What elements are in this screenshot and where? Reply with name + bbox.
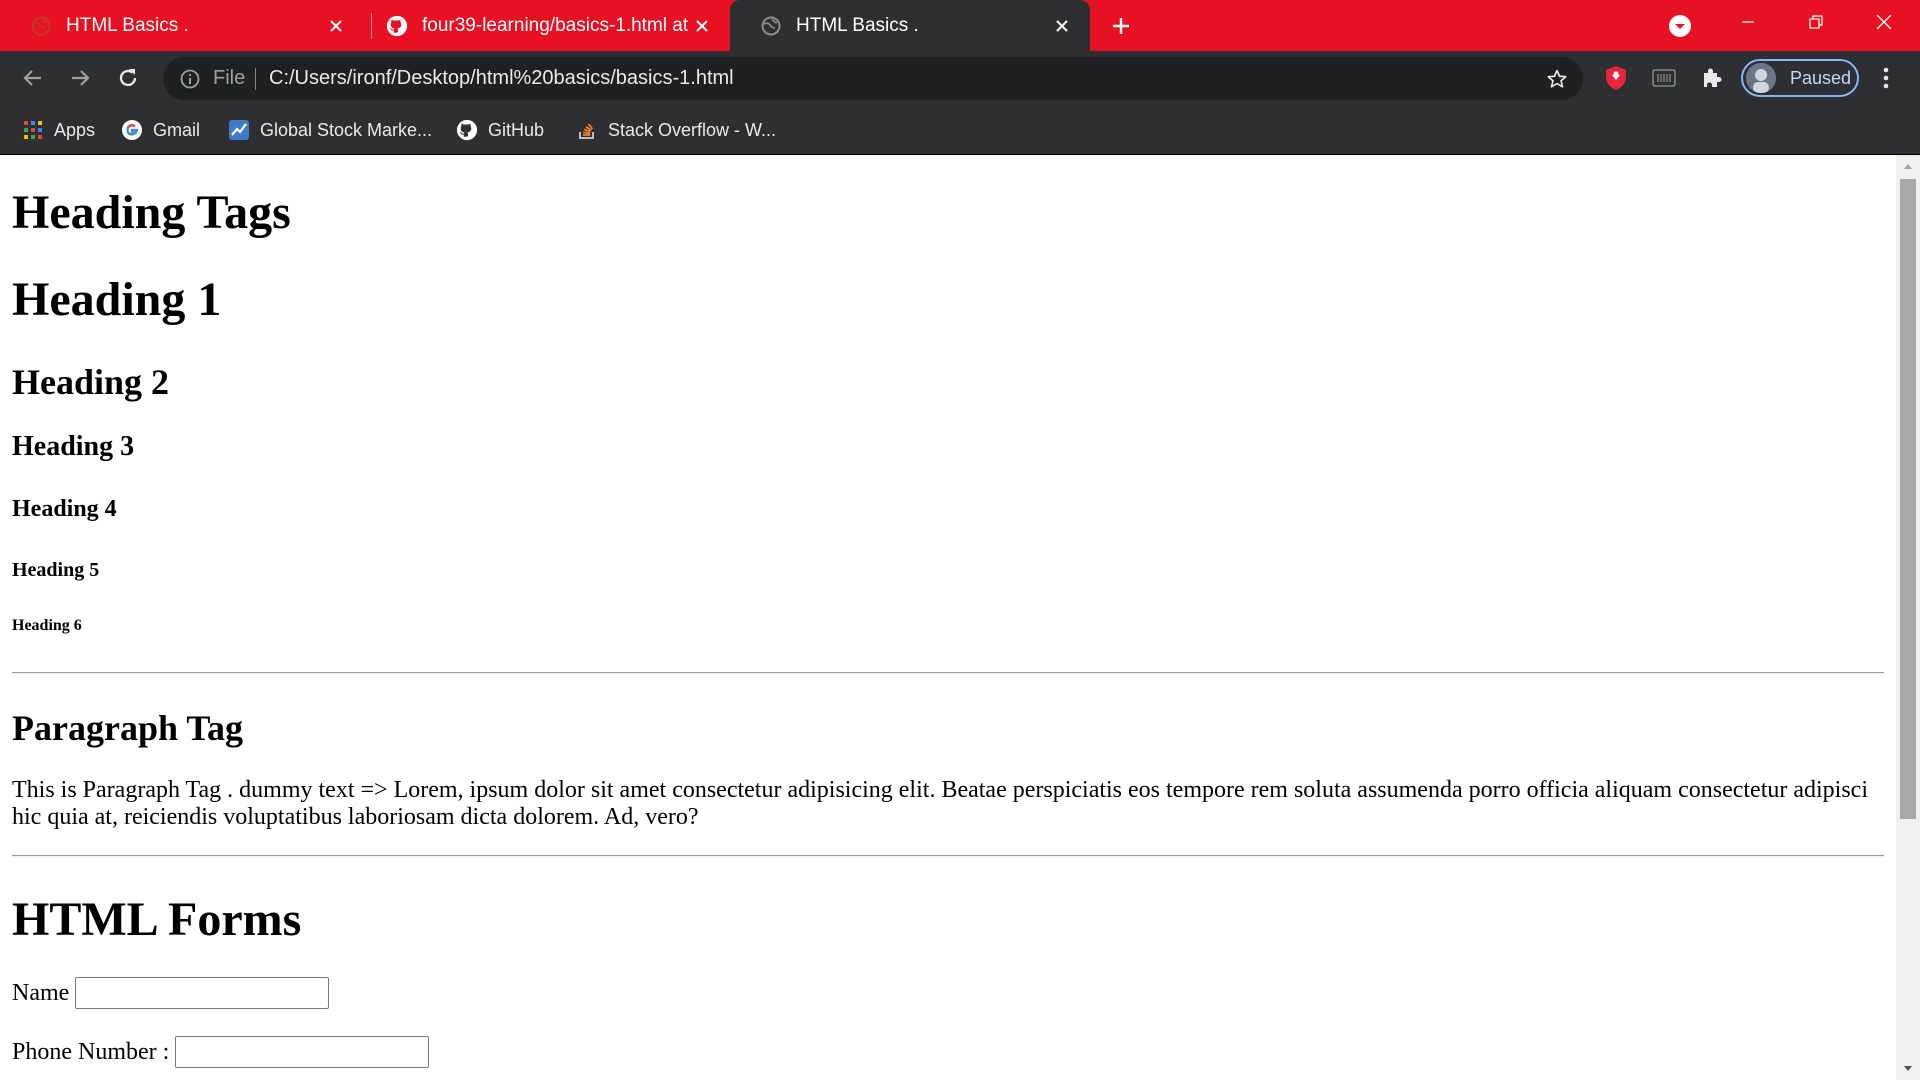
tab-title: HTML Basics . [66, 14, 189, 36]
bookmark-label: Global Stock Marke... [260, 119, 433, 140]
bookmark-global-stock-market[interactable]: Global Stock Marke... [228, 116, 432, 144]
bookmarks-bar: Apps Gmail Global Stock Marke... GitHub … [0, 106, 1920, 154]
heading-4: Heading 4 [12, 496, 117, 522]
heading-5: Heading 5 [12, 559, 100, 581]
tab-title: four39-learning/basics-1.html at [422, 14, 689, 36]
tab-github[interactable]: four39-learning/basics-1.html at [372, 0, 730, 51]
stackoverflow-icon [576, 119, 598, 141]
close-tab-icon[interactable] [1050, 14, 1074, 38]
github-icon [386, 15, 408, 37]
tab-html-basics-1[interactable]: HTML Basics . [0, 0, 364, 51]
page-viewport: Heading Tags Heading 1 Heading 2 Heading… [0, 155, 1896, 1080]
browser-toolbar: File C:/Users/ironf/Desktop/html%20basic… [0, 51, 1920, 106]
globe-icon [760, 15, 782, 37]
heading-2: Heading 2 [12, 362, 170, 402]
forward-icon[interactable] [65, 63, 95, 93]
paragraph-tag-heading: Paragraph Tag [12, 708, 244, 748]
restore-icon[interactable] [1782, 0, 1850, 44]
avatar [1746, 63, 1776, 93]
file-scheme-label: File [213, 67, 246, 89]
back-icon[interactable] [18, 63, 48, 93]
minimize-icon[interactable] [1714, 0, 1782, 44]
name-input[interactable] [75, 977, 330, 1009]
heading-1: Heading 1 [12, 273, 222, 326]
bookmark-label: Apps [54, 119, 96, 140]
bookmark-gmail[interactable]: Gmail [121, 116, 200, 144]
bookmark-label: Stack Overflow - W... [608, 119, 777, 140]
reader-extension-icon[interactable] [1650, 64, 1678, 92]
stock-icon [228, 119, 250, 141]
scroll-down-arrow-icon[interactable] [1896, 1058, 1920, 1080]
profile-status-label: Paused [1790, 67, 1852, 88]
horizontal-rule [12, 672, 1884, 674]
heading-tags-title: Heading Tags [12, 186, 291, 239]
bookmark-github[interactable]: GitHub [456, 116, 544, 144]
paragraph-text: This is Paragraph Tag . dummy text => Lo… [12, 777, 1869, 830]
info-icon[interactable] [179, 68, 201, 90]
bookmark-label: GitHub [488, 119, 545, 140]
phone-form-row: Phone Number : [12, 1036, 430, 1068]
tab-html-basics-active[interactable]: HTML Basics . [730, 0, 1090, 51]
close-tab-icon[interactable] [690, 14, 714, 38]
reload-icon[interactable] [113, 63, 143, 93]
bookmark-star-icon[interactable] [1545, 67, 1569, 91]
new-tab-button[interactable] [1106, 11, 1136, 41]
html-forms-heading: HTML Forms [12, 893, 302, 946]
bookmark-apps[interactable]: Apps [22, 116, 95, 144]
bookmark-stack-overflow[interactable]: Stack Overflow - W... [576, 116, 776, 144]
phone-number-label: Phone Number : [12, 1038, 170, 1065]
globe-icon [30, 15, 52, 37]
github-icon [456, 119, 478, 141]
heading-3: Heading 3 [12, 431, 135, 462]
tab-title: HTML Basics . [796, 14, 919, 36]
shield-extension-icon[interactable] [1602, 64, 1630, 92]
close-window-icon[interactable] [1850, 0, 1918, 44]
scroll-up-arrow-icon[interactable] [1896, 155, 1920, 177]
phone-number-input[interactable] [175, 1036, 430, 1068]
more-menu-icon[interactable] [1874, 64, 1898, 92]
close-tab-icon[interactable] [324, 14, 348, 38]
omnibox-divider [255, 68, 256, 90]
name-form-row: Name [12, 977, 330, 1009]
horizontal-rule [12, 855, 1884, 857]
tab-strip: HTML Basics . four39-learning/basics-1.h… [0, 0, 1920, 51]
google-icon [121, 119, 143, 141]
name-label: Name [12, 979, 70, 1006]
address-bar[interactable]: File C:/Users/ironf/Desktop/html%20basic… [163, 57, 1583, 100]
tab-search-icon[interactable] [1667, 13, 1693, 39]
profile-button[interactable]: Paused [1741, 59, 1859, 97]
url-text[interactable]: C:/Users/ironf/Desktop/html%20basics/bas… [269, 57, 734, 100]
heading-6: Heading 6 [12, 617, 82, 634]
scrollbar-thumb[interactable] [1900, 179, 1916, 819]
apps-grid-icon [22, 119, 44, 141]
vertical-scrollbar[interactable] [1896, 155, 1920, 1080]
extensions-puzzle-icon[interactable] [1698, 64, 1726, 92]
bookmark-label: Gmail [153, 119, 201, 140]
